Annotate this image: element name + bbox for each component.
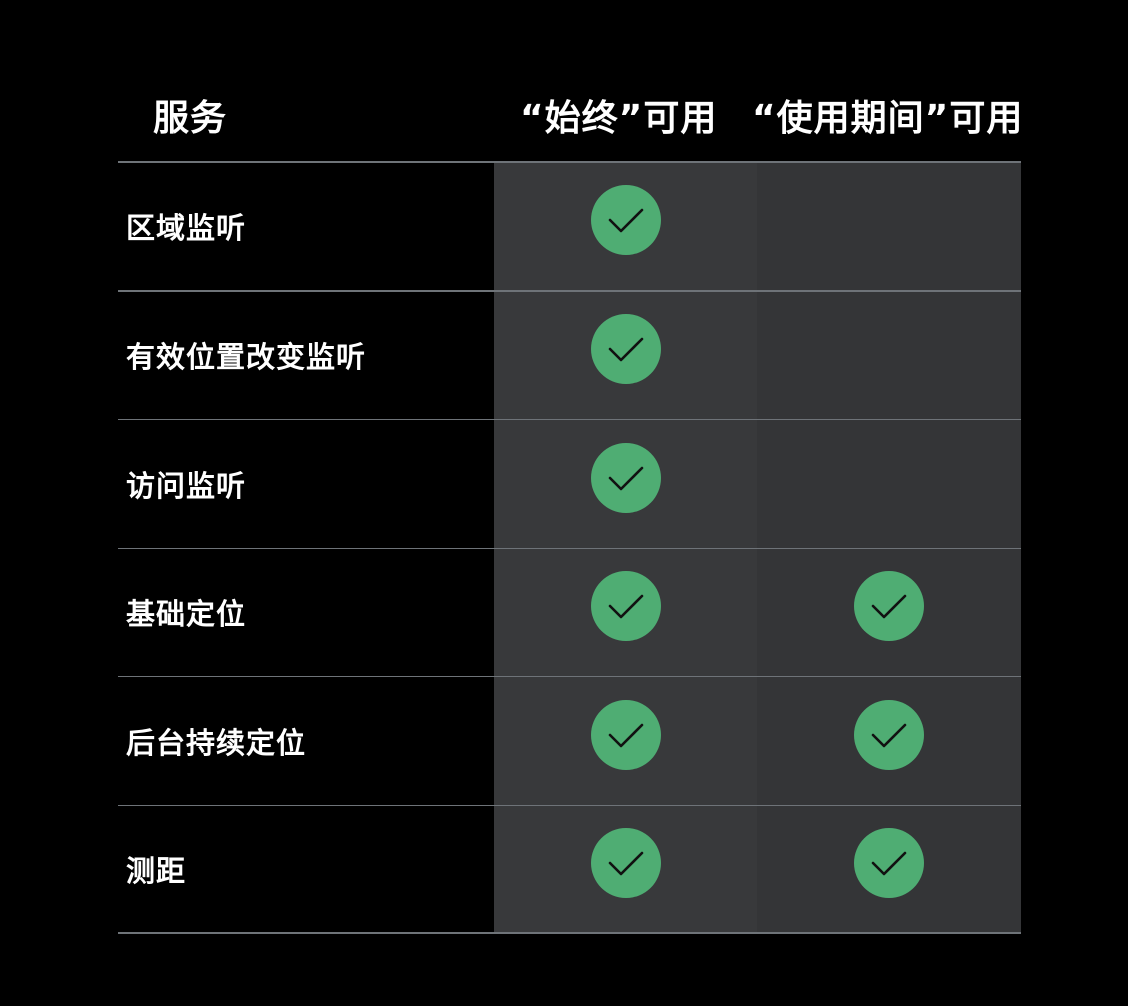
table-header: 服务 “始终”可用 “使用期间”可用 bbox=[118, 80, 1024, 163]
cell-always bbox=[494, 163, 757, 290]
row-label: 区域监听 bbox=[126, 211, 247, 246]
cell-always bbox=[494, 420, 757, 548]
table-row: 有效位置改变监听 bbox=[118, 292, 1021, 420]
cell-always bbox=[494, 292, 757, 420]
checkmark-icon bbox=[854, 827, 924, 898]
row-label: 基础定位 bbox=[126, 597, 247, 632]
table-row: 访问监听 bbox=[118, 420, 1021, 549]
checkmark-icon bbox=[590, 827, 661, 898]
cell-in-use bbox=[757, 163, 1021, 290]
cell-in-use bbox=[757, 420, 1021, 548]
checkmark-icon bbox=[854, 699, 924, 770]
cell-always bbox=[494, 549, 757, 677]
table-row: 区域监听 bbox=[118, 163, 1021, 292]
header-always-available: “始终”可用 bbox=[520, 98, 718, 139]
cell-in-use bbox=[757, 292, 1021, 420]
checkmark-icon bbox=[590, 699, 661, 770]
row-label: 访问监听 bbox=[126, 468, 247, 503]
table-body: 区域监听 有效位置改变监听 访问监听 基础定位 后台持续定位 测距 bbox=[118, 163, 1021, 934]
cell-always bbox=[494, 806, 757, 933]
row-label: 后台持续定位 bbox=[126, 725, 307, 760]
cell-in-use bbox=[757, 677, 1021, 805]
table-row: 基础定位 bbox=[118, 549, 1021, 677]
checkmark-icon bbox=[590, 571, 661, 642]
header-in-use-available: “使用期间”可用 bbox=[752, 98, 1024, 139]
cell-always bbox=[494, 677, 757, 805]
checkmark-icon bbox=[590, 185, 661, 256]
table-row: 测距 bbox=[118, 806, 1021, 934]
permissions-table: 服务 “始终”可用 “使用期间”可用 区域监听 有效位置改变监听 访问监听 基础… bbox=[118, 80, 1024, 934]
row-label: 有效位置改变监听 bbox=[126, 340, 367, 375]
row-label: 测距 bbox=[126, 853, 187, 888]
header-service: 服务 bbox=[153, 98, 228, 139]
table-row: 后台持续定位 bbox=[118, 677, 1021, 806]
checkmark-icon bbox=[854, 571, 924, 642]
checkmark-icon bbox=[590, 442, 661, 513]
cell-in-use bbox=[757, 549, 1021, 677]
checkmark-icon bbox=[590, 314, 661, 385]
cell-in-use bbox=[757, 806, 1021, 933]
